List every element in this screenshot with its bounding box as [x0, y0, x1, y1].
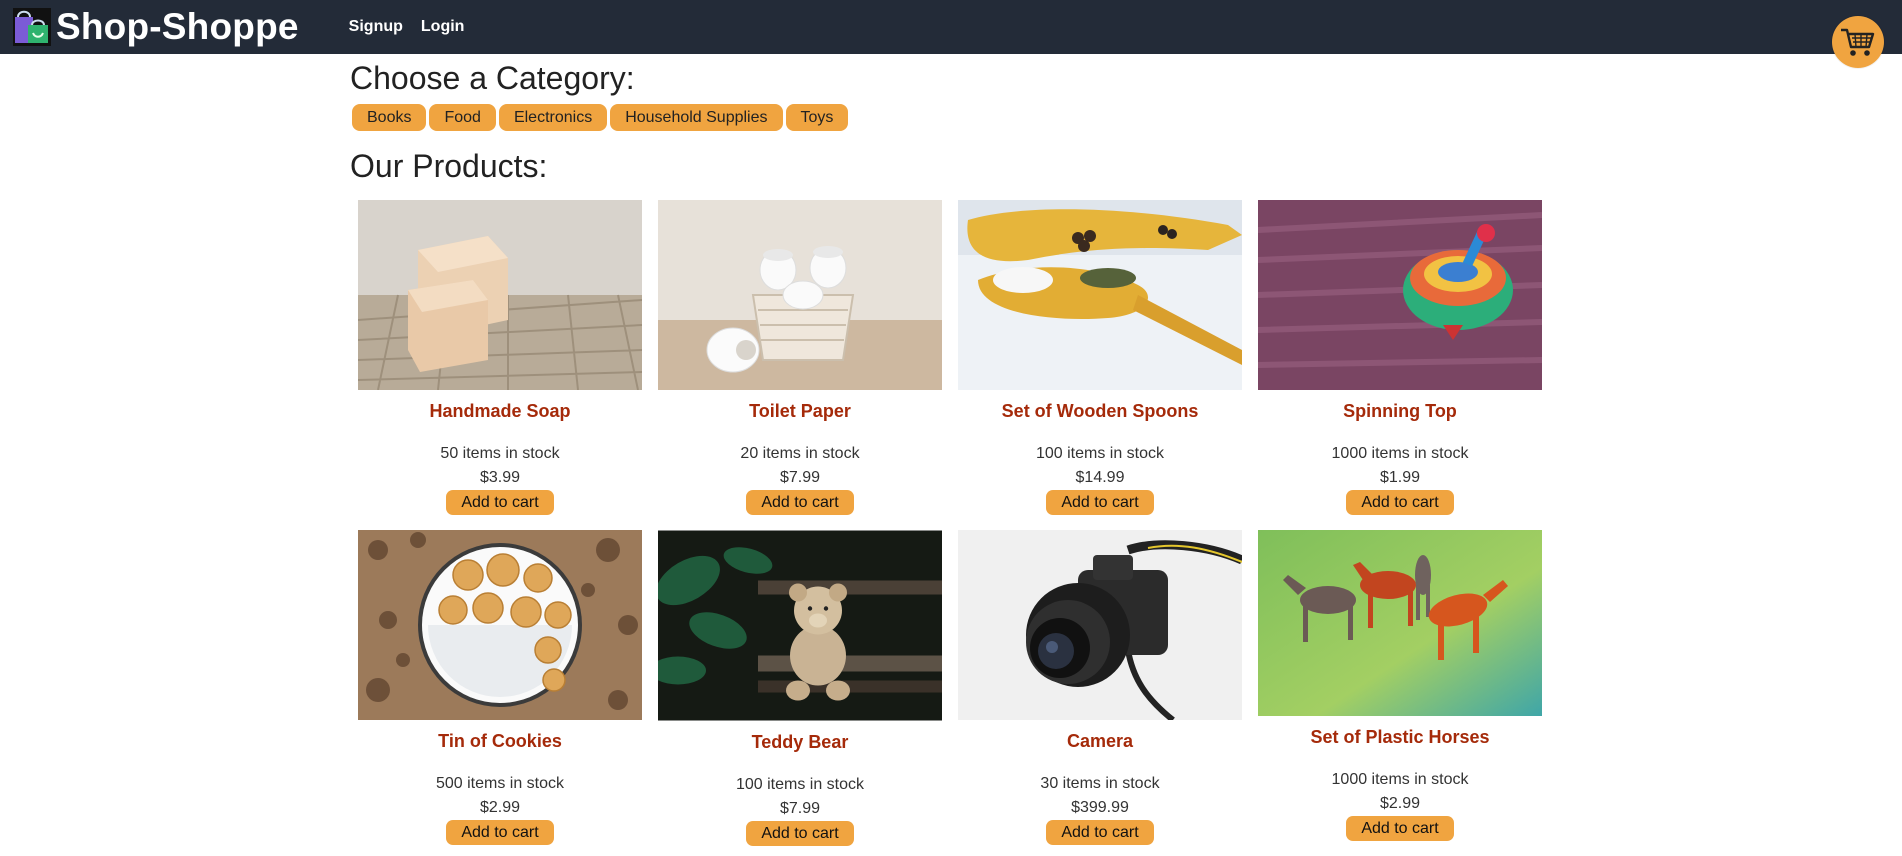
product-image-cookies[interactable]	[358, 530, 642, 720]
product-name[interactable]: Set of Wooden Spoons	[958, 400, 1242, 422]
product-price: $399.99	[1071, 799, 1129, 816]
product-stock: 1000 items in stock	[1331, 445, 1469, 462]
category-food-button[interactable]: Food	[429, 104, 496, 131]
nav-links: Signup Login	[349, 18, 465, 36]
product-card: Handmade Soap 50 items in stock $3.99 Ad…	[358, 200, 642, 515]
product-card: Set of Plastic Horses 1000 items in stoc…	[1258, 530, 1542, 841]
product-image-spinning-top[interactable]	[1258, 200, 1542, 390]
add-to-cart-button[interactable]: Add to cart	[1346, 816, 1454, 841]
login-link[interactable]: Login	[421, 18, 465, 36]
product-name[interactable]: Handmade Soap	[358, 400, 642, 422]
product-image-teddy-bear[interactable]	[658, 530, 942, 721]
products-heading: Our Products:	[350, 148, 548, 184]
product-stock: 20 items in stock	[740, 445, 860, 462]
product-stock: 1000 items in stock	[1331, 771, 1469, 788]
category-list: Books Food Electronics Household Supplie…	[352, 104, 849, 131]
category-books-button[interactable]: Books	[352, 104, 427, 131]
brand[interactable]: Shop-Shoppe	[12, 6, 299, 48]
product-name[interactable]: Spinning Top	[1258, 400, 1542, 422]
product-name[interactable]: Set of Plastic Horses	[1258, 726, 1542, 748]
add-to-cart-button[interactable]: Add to cart	[1046, 490, 1154, 515]
product-price: $14.99	[1075, 469, 1125, 486]
shopping-cart-icon	[1841, 28, 1875, 56]
product-name[interactable]: Toilet Paper	[658, 400, 942, 422]
product-price: $1.99	[1379, 469, 1421, 486]
product-card: Camera 30 items in stock $399.99 Add to …	[958, 530, 1242, 845]
product-image-wooden-spoons[interactable]	[958, 200, 1242, 390]
product-name[interactable]: Teddy Bear	[658, 731, 942, 753]
product-card: Teddy Bear 100 items in stock $7.99 Add …	[658, 530, 942, 846]
add-to-cart-button[interactable]: Add to cart	[446, 820, 554, 845]
product-stock: 100 items in stock	[1035, 445, 1165, 462]
category-toys-button[interactable]: Toys	[785, 104, 849, 131]
category-household-supplies-button[interactable]: Household Supplies	[610, 104, 783, 131]
add-to-cart-button[interactable]: Add to cart	[746, 490, 854, 515]
product-price: $3.99	[479, 469, 521, 486]
product-card: Spinning Top 1000 items in stock $1.99 A…	[1258, 200, 1542, 515]
add-to-cart-button[interactable]: Add to cart	[1046, 820, 1154, 845]
product-stock: 100 items in stock	[735, 776, 865, 793]
cart-button[interactable]	[1832, 16, 1884, 68]
brand-title: Shop-Shoppe	[56, 6, 299, 47]
top-navbar: Shop-Shoppe Signup Login	[0, 0, 1902, 54]
product-image-soap[interactable]	[358, 200, 642, 390]
product-price: $2.99	[1379, 795, 1421, 812]
shopping-bag-icon	[13, 8, 51, 46]
signup-link[interactable]: Signup	[349, 18, 403, 36]
product-card: Toilet Paper 20 items in stock $7.99 Add…	[658, 200, 942, 515]
product-name[interactable]: Camera	[958, 730, 1242, 752]
product-stock: 30 items in stock	[1040, 775, 1160, 792]
product-stock: 500 items in stock	[435, 775, 565, 792]
product-name[interactable]: Tin of Cookies	[358, 730, 642, 752]
product-card: Tin of Cookies 500 items in stock $2.99 …	[358, 530, 642, 845]
product-price: $2.99	[479, 799, 521, 816]
product-image-plastic-horses[interactable]	[1258, 530, 1542, 716]
product-image-camera[interactable]	[958, 530, 1242, 720]
product-card: Set of Wooden Spoons 100 items in stock …	[958, 200, 1242, 515]
category-heading: Choose a Category:	[350, 60, 635, 96]
product-stock: 50 items in stock	[440, 445, 560, 462]
add-to-cart-button[interactable]: Add to cart	[746, 821, 854, 846]
add-to-cart-button[interactable]: Add to cart	[1346, 490, 1454, 515]
product-price: $7.99	[779, 469, 821, 486]
category-electronics-button[interactable]: Electronics	[498, 104, 608, 131]
add-to-cart-button[interactable]: Add to cart	[446, 490, 554, 515]
product-price: $7.99	[779, 800, 821, 817]
product-image-toilet-paper[interactable]	[658, 200, 942, 390]
